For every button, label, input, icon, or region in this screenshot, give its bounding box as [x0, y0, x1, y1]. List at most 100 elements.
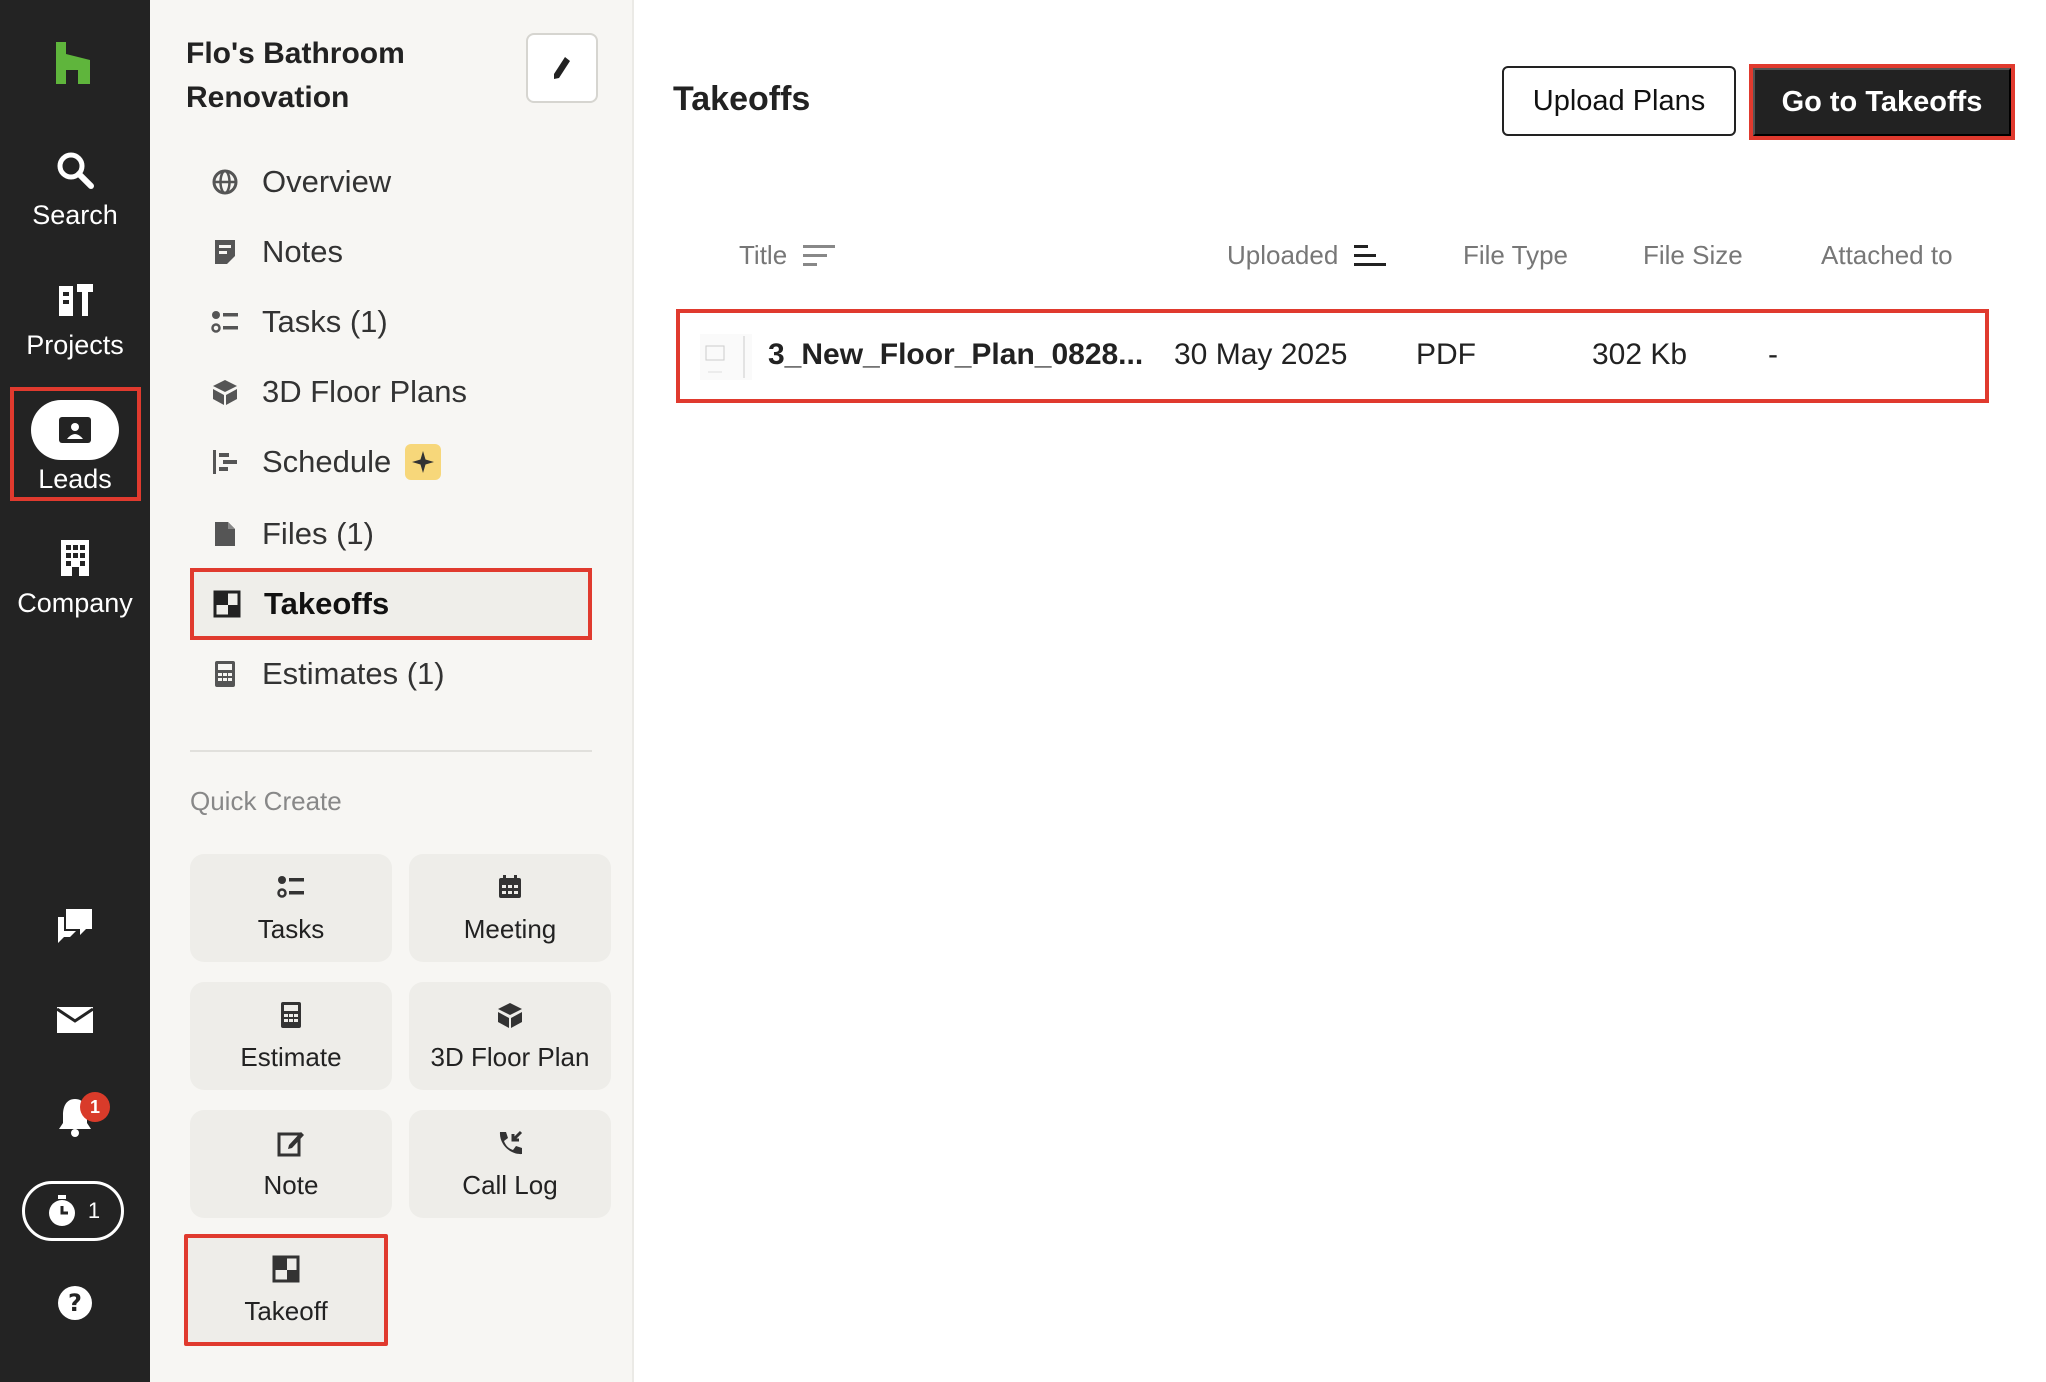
quick-create-meeting-label: Meeting [463, 913, 557, 944]
file-icon [210, 519, 240, 549]
nav-notes[interactable]: Notes [186, 220, 586, 284]
rail-company[interactable]: Company [0, 538, 150, 619]
cube-icon [210, 377, 240, 407]
column-file-size[interactable]: File Size [1643, 240, 1743, 271]
rail-leads-label: Leads [38, 464, 112, 494]
quick-create-3d-floor-plan[interactable]: 3D Floor Plan [409, 982, 611, 1090]
stopwatch-icon [48, 1195, 75, 1226]
upload-plans-button[interactable]: Upload Plans [1502, 66, 1736, 136]
column-file-type-label: File Type [1463, 240, 1569, 270]
column-attached-to[interactable]: Attached to [1821, 240, 1953, 271]
takeoff-icon [271, 1254, 301, 1284]
app-rail: Search Projects Leads Company 1 1 ? [0, 0, 150, 1382]
chat-icon [58, 909, 92, 943]
nav-files[interactable]: Files (1) [186, 502, 586, 566]
takeoff-icon [212, 589, 242, 619]
row-file-size: 302 Kb [1592, 338, 1688, 371]
notes-icon [210, 237, 240, 267]
quick-create-meeting[interactable]: Meeting [409, 854, 611, 962]
notification-badge: 1 [80, 1092, 110, 1122]
project-title: Flo's Bathroom Renovation [186, 37, 405, 114]
quick-create-3d-floor-plan-label: 3D Floor Plan [430, 1041, 590, 1072]
houzz-logo-icon[interactable] [50, 40, 96, 86]
search-icon [55, 150, 95, 190]
quick-create-takeoff-label: Takeoff [244, 1295, 328, 1326]
nav-overview-label: Overview [262, 164, 392, 199]
timer-button[interactable]: 1 [22, 1181, 124, 1241]
rail-projects-label: Projects [26, 330, 124, 360]
quick-create-note[interactable]: Note [190, 1110, 392, 1218]
rail-company-label: Company [17, 588, 133, 618]
nav-takeoffs[interactable]: Takeoffs [190, 568, 592, 640]
projects-icon [55, 280, 95, 320]
nav-3d-floor-plans[interactable]: 3D Floor Plans [186, 360, 586, 424]
row-attached-to: - [1768, 338, 1778, 371]
quick-create-estimate-label: Estimate [240, 1041, 342, 1072]
quick-create-note-label: Note [263, 1169, 319, 1200]
column-attached-to-label: Attached to [1821, 240, 1953, 270]
quick-create-call-log[interactable]: Call Log [409, 1110, 611, 1218]
nav-files-label: Files (1) [262, 516, 374, 551]
nav-overview[interactable]: Overview [186, 150, 586, 214]
nav-tasks[interactable]: Tasks (1) [186, 290, 586, 354]
company-icon [55, 538, 95, 578]
calculator-icon [210, 659, 240, 689]
help-icon: ? [58, 1286, 92, 1320]
messages-button[interactable] [0, 905, 150, 945]
rail-leads[interactable]: Leads [0, 400, 150, 495]
sort-icon [803, 244, 836, 266]
sort-active-icon [1354, 244, 1387, 266]
row-file-type: PDF [1416, 338, 1476, 371]
globe-icon [210, 167, 240, 197]
note-edit-icon [276, 1128, 306, 1158]
nav-takeoffs-label: Takeoffs [264, 586, 390, 621]
nav-schedule[interactable]: Schedule [186, 430, 586, 494]
pencil-icon [554, 57, 570, 79]
nav-notes-label: Notes [262, 234, 343, 269]
row-uploaded: 30 May 2025 [1174, 338, 1348, 371]
column-title-label: Title [739, 240, 788, 270]
project-sidebar: Flo's Bathroom Renovation Overview Notes… [150, 0, 634, 1382]
column-uploaded[interactable]: Uploaded [1227, 240, 1387, 271]
column-uploaded-label: Uploaded [1227, 240, 1339, 270]
quick-create-label: Quick Create [190, 786, 342, 816]
schedule-icon [210, 447, 240, 477]
column-file-size-label: File Size [1643, 240, 1743, 270]
edit-project-button[interactable] [526, 33, 598, 103]
column-title[interactable]: Title [739, 240, 836, 271]
rail-search-label: Search [32, 200, 118, 230]
notifications-button[interactable] [0, 1095, 150, 1137]
quick-create-estimate[interactable]: Estimate [190, 982, 392, 1090]
mail-icon [56, 1007, 94, 1033]
leads-icon [31, 400, 119, 460]
row-title[interactable]: 3_New_Floor_Plan_0828... [768, 338, 1143, 372]
nav-tasks-label: Tasks (1) [262, 304, 388, 339]
quick-create-tasks-label: Tasks [257, 913, 325, 944]
sparkle-icon [405, 444, 442, 480]
nav-estimates[interactable]: Estimates (1) [186, 642, 586, 706]
tasks-icon [276, 872, 306, 902]
go-to-takeoffs-highlight: Go to Takeoffs [1749, 64, 2015, 140]
column-file-type[interactable]: File Type [1463, 240, 1568, 271]
cube-icon [495, 1000, 525, 1030]
quick-create-takeoff[interactable]: Takeoff [184, 1234, 388, 1346]
nav-3d-floor-plans-label: 3D Floor Plans [262, 374, 468, 409]
tasks-icon [210, 307, 240, 337]
calendar-icon [495, 872, 525, 902]
phone-icon [495, 1128, 525, 1158]
rail-projects[interactable]: Projects [0, 280, 150, 361]
sidebar-divider [190, 750, 592, 752]
nav-schedule-label: Schedule [262, 444, 392, 479]
nav-estimates-label: Estimates (1) [262, 656, 445, 691]
help-button[interactable]: ? [0, 1284, 150, 1322]
go-to-takeoffs-button[interactable]: Go to Takeoffs [1753, 68, 2011, 136]
calculator-icon [276, 1000, 306, 1030]
svg-text:?: ? [68, 1289, 82, 1317]
page-title: Takeoffs [673, 80, 811, 118]
quick-create-call-log-label: Call Log [462, 1169, 558, 1200]
timer-count: 1 [87, 1198, 101, 1223]
quick-create-tasks[interactable]: Tasks [190, 854, 392, 962]
inbox-button[interactable] [0, 1005, 150, 1035]
rail-search[interactable]: Search [0, 150, 150, 231]
floor-plan-thumbnail [700, 334, 752, 380]
